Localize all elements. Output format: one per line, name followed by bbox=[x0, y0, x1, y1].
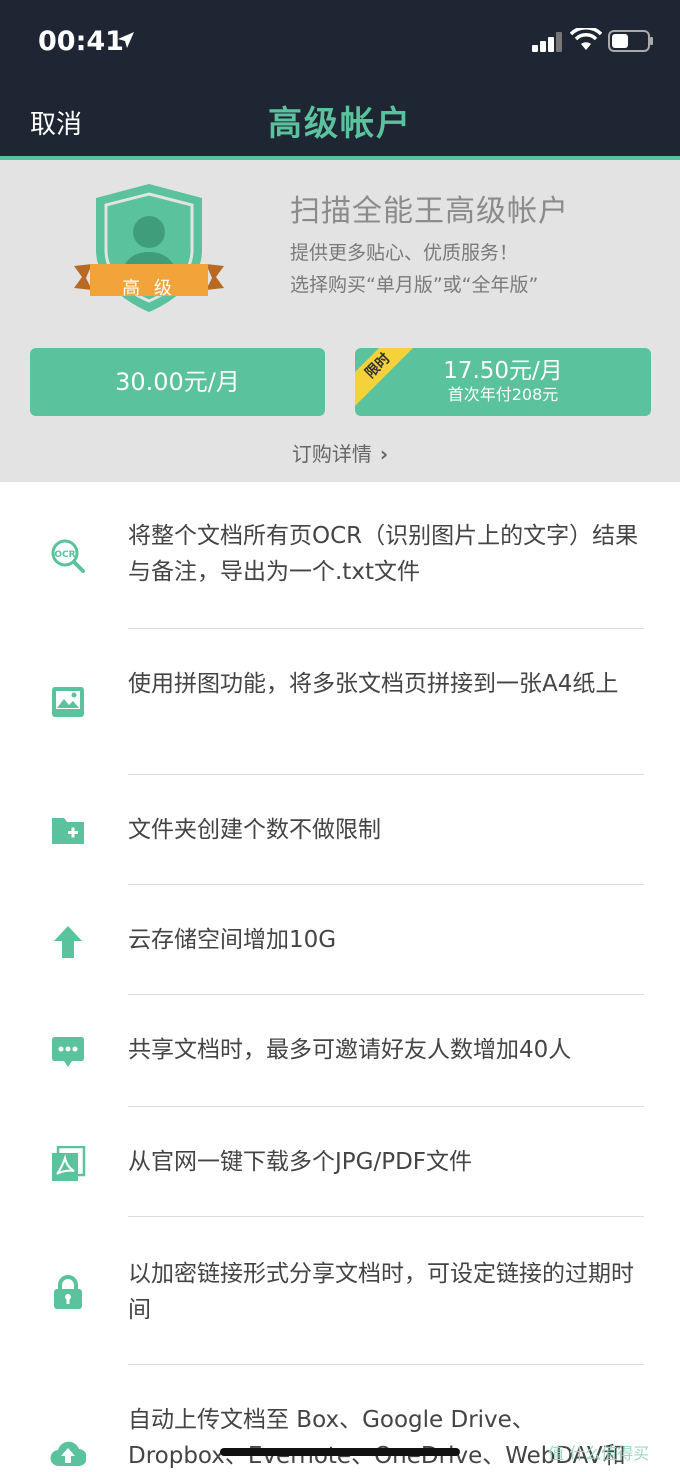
feature-text: 文件夹创建个数不做限制 bbox=[128, 817, 381, 843]
cloud-upload-icon bbox=[50, 1441, 86, 1467]
monthly-price: 30.00元/月 bbox=[115, 368, 240, 396]
order-details-link[interactable]: 订购详情 › bbox=[0, 438, 680, 467]
divider bbox=[128, 628, 644, 629]
feature-text: 共享文档时，最多可邀请好友人数增加40人 bbox=[128, 1037, 572, 1063]
list-item-collage: 使用拼图功能，将多张文档页拼接到一张A4纸上 bbox=[0, 664, 680, 774]
lock-icon bbox=[54, 1275, 82, 1309]
feature-text: 使用拼图功能，将多张文档页拼接到一张A4纸上 bbox=[128, 671, 619, 697]
svg-text:OCR: OCR bbox=[54, 550, 75, 560]
divider bbox=[128, 1216, 644, 1217]
location-arrow-icon bbox=[118, 32, 134, 48]
limited-time-tag: 限时 bbox=[355, 348, 415, 407]
list-item-encrypted-link: 以加密链接形式分享文档时，可设定链接的过期时间 bbox=[0, 1254, 680, 1364]
status-time: 00:41 bbox=[38, 26, 124, 57]
promo-subtitle-options: 选择购买“单月版”或“全年版” bbox=[290, 274, 539, 296]
feature-text: 从官网一键下载多个JPG/PDF文件 bbox=[128, 1149, 473, 1175]
folder-add-icon bbox=[52, 818, 84, 844]
chat-bubble-icon bbox=[52, 1037, 84, 1067]
divider bbox=[128, 1364, 644, 1365]
page-title: 高级帐户 bbox=[268, 104, 412, 144]
yearly-plan-button[interactable]: 限时 17.50元/月 首次年付208元 bbox=[355, 348, 651, 416]
list-item-ocr-export: OCR 将整个文档所有页OCR（识别图片上的文字）结果与备注，导出为一个.txt… bbox=[0, 516, 680, 628]
premium-promo-panel: 高 级 扫描全能王高级帐户 提供更多贴心、优质服务！ 选择购买“单月版”或“全年… bbox=[0, 160, 680, 482]
monthly-plan-button[interactable]: 30.00元/月 bbox=[30, 348, 325, 416]
order-details-label: 订购详情 bbox=[291, 442, 372, 466]
cellular-signal-icon bbox=[532, 32, 562, 52]
battery-icon bbox=[608, 30, 653, 52]
wifi-icon bbox=[570, 28, 602, 50]
home-indicator[interactable] bbox=[220, 1448, 460, 1456]
limited-time-ribbon: 限时 bbox=[355, 348, 415, 408]
feature-text: 将整个文档所有页OCR（识别图片上的文字）结果与备注，导出为一个.txt文件 bbox=[128, 523, 639, 585]
list-item-cloud-storage: 云存储空间增加10G bbox=[0, 884, 680, 994]
upload-arrow-icon bbox=[54, 926, 82, 958]
collage-image-icon bbox=[52, 687, 84, 717]
ocr-search-icon: OCR bbox=[51, 539, 85, 573]
pdf-document-icon bbox=[52, 1146, 86, 1181]
list-item-folder-limit: 文件夹创建个数不做限制 bbox=[0, 774, 680, 884]
feature-text: 云存储空间增加10G bbox=[128, 927, 337, 953]
promo-subtitle: 提供更多贴心、优质服务！ bbox=[290, 242, 519, 264]
list-item-share-invite: 共享文档时，最多可邀请好友人数增加40人 bbox=[0, 994, 680, 1106]
chevron-right-icon: › bbox=[379, 442, 389, 466]
badge-label: 高 级 bbox=[122, 278, 176, 299]
watermark: 值 什么值得买 bbox=[548, 1444, 650, 1463]
list-item-bulk-download: 从官网一键下载多个JPG/PDF文件 bbox=[0, 1106, 680, 1216]
header: 00:41 取消 高级帐户 bbox=[0, 0, 680, 156]
promo-title: 扫描全能王高级帐户 bbox=[290, 194, 569, 229]
feature-text: 以加密链接形式分享文档时，可设定链接的过期时间 bbox=[128, 1261, 634, 1323]
